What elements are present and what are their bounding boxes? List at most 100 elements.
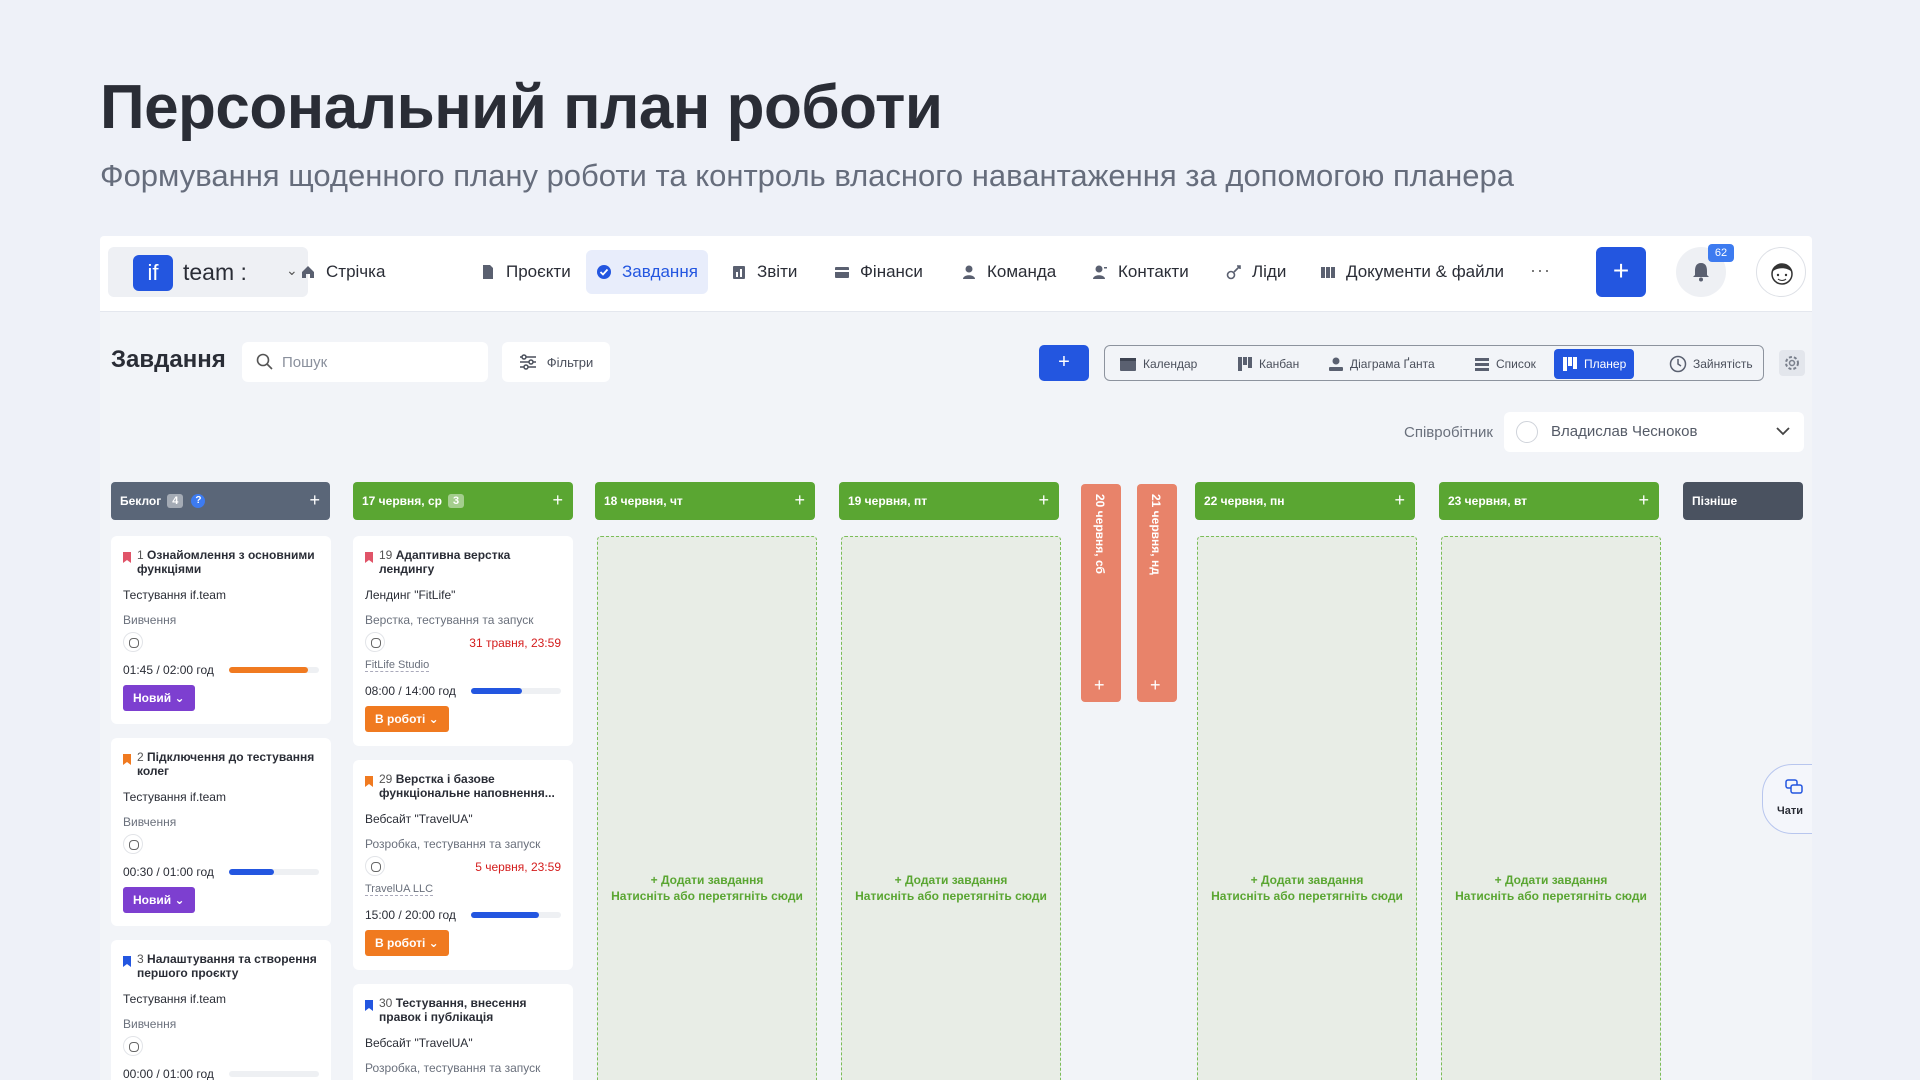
add-to-column-button[interactable]: + <box>1394 490 1405 511</box>
search-box <box>242 342 488 382</box>
column-title: Пізніше <box>1692 494 1738 508</box>
nav-item-tasks[interactable]: Завдання <box>586 250 708 294</box>
nav-item-label: Звіти <box>757 262 798 281</box>
avatar-face-icon <box>1771 263 1793 285</box>
drop-zone[interactable]: + Додати завдання Натисніть або перетягні… <box>1197 536 1417 1080</box>
column-weekend-sun[interactable]: 21 червня, нд + <box>1137 484 1177 702</box>
status-dropdown[interactable]: Новий ⌄ <box>123 685 195 711</box>
task-project: Тестування if.team <box>123 588 226 602</box>
column-title: 20 червня, сб <box>1093 494 1107 574</box>
drop-zone-text: + Додати завдання Натисніть або перетягні… <box>611 873 803 903</box>
task-stage: Вивчення <box>123 815 177 829</box>
task-card[interactable]: 2 Підключення до тестування колег Тестув… <box>111 738 331 926</box>
task-card[interactable]: 29 Верстка і базове функціональне наповн… <box>353 760 573 970</box>
task-card[interactable]: 3 Налаштування та створення першого проє… <box>111 940 331 1080</box>
nav-item-label: Завдання <box>622 262 698 281</box>
view-calendar-button[interactable]: Календар <box>1111 349 1205 379</box>
progress-fill <box>229 667 308 673</box>
nav-item-documents[interactable]: Документи & файли <box>1310 250 1514 294</box>
employee-avatar <box>1516 421 1538 443</box>
search-input[interactable] <box>282 342 482 382</box>
user-avatar[interactable] <box>1756 247 1806 297</box>
task-title: 29 Верстка і базове функціональне наповн… <box>379 772 555 800</box>
filters-button[interactable]: Фільтри <box>502 342 610 382</box>
time-progress-bar <box>229 1071 319 1077</box>
view-workload-button[interactable]: Зайнятість <box>1661 349 1761 379</box>
file-icon <box>483 265 493 279</box>
view-settings-button[interactable] <box>1779 350 1805 376</box>
chats-button[interactable]: Чати <box>1762 764 1812 834</box>
add-task-button[interactable]: + <box>1039 345 1089 381</box>
nav-item-reports[interactable]: Звіти <box>721 250 807 294</box>
column-title: 17 червня, ср <box>362 494 442 508</box>
user-icon <box>963 265 975 279</box>
view-label: Діаграма Ґанта <box>1350 357 1435 371</box>
task-project: Тестування if.team <box>123 790 226 804</box>
workspace-switcher[interactable]: if team : ⌄ <box>108 247 308 297</box>
nav-item-contacts[interactable]: Контакти <box>1082 250 1199 294</box>
progress-fill <box>471 688 523 694</box>
nav-item-team[interactable]: Команда <box>951 250 1066 294</box>
wallet-icon <box>835 267 849 278</box>
nav-item-leads[interactable]: Ліди <box>1216 250 1296 294</box>
task-client-link[interactable]: TravelUA LLC <box>365 883 434 896</box>
task-card[interactable]: 1 Ознайомлення з основними функціями Тес… <box>111 536 331 724</box>
task-client-link[interactable]: FitLife Studio <box>365 659 430 672</box>
drop-zone[interactable]: + Додати завдання Натисніть або перетягні… <box>1441 536 1661 1080</box>
column-title: 18 червня, чт <box>604 494 683 508</box>
task-card[interactable]: 19 Адаптивна верстка лендингу Лендинг "F… <box>353 536 573 746</box>
time-progress-bar <box>471 912 561 918</box>
column-title: 22 червня, пн <box>1204 494 1285 508</box>
check-circle-icon <box>597 265 611 279</box>
column-header-day: 18 червня, чт + <box>595 482 815 520</box>
gantt-icon <box>1329 357 1343 371</box>
progress-fill <box>229 869 274 875</box>
task-card[interactable]: 30 Тестування, внесення правок і публіка… <box>353 984 573 1080</box>
nav-item-projects[interactable]: Проєкти <box>470 250 581 294</box>
drop-zone-text: + Додати завдання Натисніть або перетягні… <box>1211 873 1403 903</box>
search-icon <box>256 353 273 370</box>
add-to-column-button[interactable]: + <box>1038 490 1049 511</box>
column-title: Беклог <box>120 494 162 508</box>
nav-item-feed[interactable]: Стрічка <box>290 250 395 294</box>
add-to-column-button[interactable]: + <box>1638 490 1649 511</box>
create-button[interactable]: + <box>1596 247 1646 297</box>
employee-select[interactable]: Владислав Чесноков <box>1504 412 1804 452</box>
view-label: Зайнятість <box>1693 357 1753 371</box>
assignee-avatar <box>365 632 385 652</box>
add-to-column-button[interactable]: + <box>309 490 320 511</box>
more-menu-button[interactable]: ··· <box>1530 260 1551 281</box>
drop-zone[interactable]: + Додати завдання Натисніть або перетягні… <box>597 536 817 1080</box>
hero-subtitle: Формування щоденного плану роботи та кон… <box>100 158 1514 193</box>
help-icon[interactable]: ? <box>191 494 206 508</box>
notification-count-badge: 62 <box>1708 244 1734 262</box>
view-gantt-button[interactable]: Діаграма Ґанта <box>1320 349 1443 379</box>
status-dropdown[interactable]: В роботі ⌄ <box>365 930 449 956</box>
drop-zone[interactable]: + Додати завдання Натисніть або перетягні… <box>841 536 1061 1080</box>
nav-item-finance[interactable]: Фінанси <box>824 250 933 294</box>
column-header-day: 17 червня, ср 3 + <box>353 482 573 520</box>
drop-zone-text: + Додати завдання Натисніть або перетягні… <box>855 873 1047 903</box>
column-header-day: 22 червня, пн + <box>1195 482 1415 520</box>
task-project: Тестування if.team <box>123 992 226 1006</box>
view-planner-button[interactable]: Планер <box>1554 349 1635 379</box>
status-dropdown[interactable]: В роботі ⌄ <box>365 706 449 732</box>
task-time: 15:00 / 20:00 год <box>365 908 456 922</box>
status-dropdown[interactable]: Новий ⌄ <box>123 887 195 913</box>
column-header-backlog: Беклог 4 ? + <box>111 482 330 520</box>
task-title: 19 Адаптивна верстка лендингу <box>379 548 511 576</box>
view-switcher: Календар Канбан Діаграма Ґанта Список Пл… <box>1104 345 1764 381</box>
nav-item-label: Фінанси <box>860 262 923 281</box>
add-to-column-button[interactable]: + <box>794 490 805 511</box>
add-to-column-button[interactable]: + <box>1094 675 1105 696</box>
view-kanban-button[interactable]: Канбан <box>1229 349 1307 379</box>
chats-label: Чати <box>1777 805 1803 817</box>
chevron-down-icon <box>1776 427 1790 436</box>
add-to-column-button[interactable]: + <box>1150 675 1161 696</box>
column-weekend-sat[interactable]: 20 червня, сб + <box>1081 484 1121 702</box>
view-list-button[interactable]: Список <box>1466 349 1544 379</box>
clock-icon <box>1669 355 1687 373</box>
hero-title: Персональний план роботи <box>100 73 943 142</box>
add-to-column-button[interactable]: + <box>552 490 563 511</box>
task-title: 30 Тестування, внесення правок і публіка… <box>379 996 527 1024</box>
